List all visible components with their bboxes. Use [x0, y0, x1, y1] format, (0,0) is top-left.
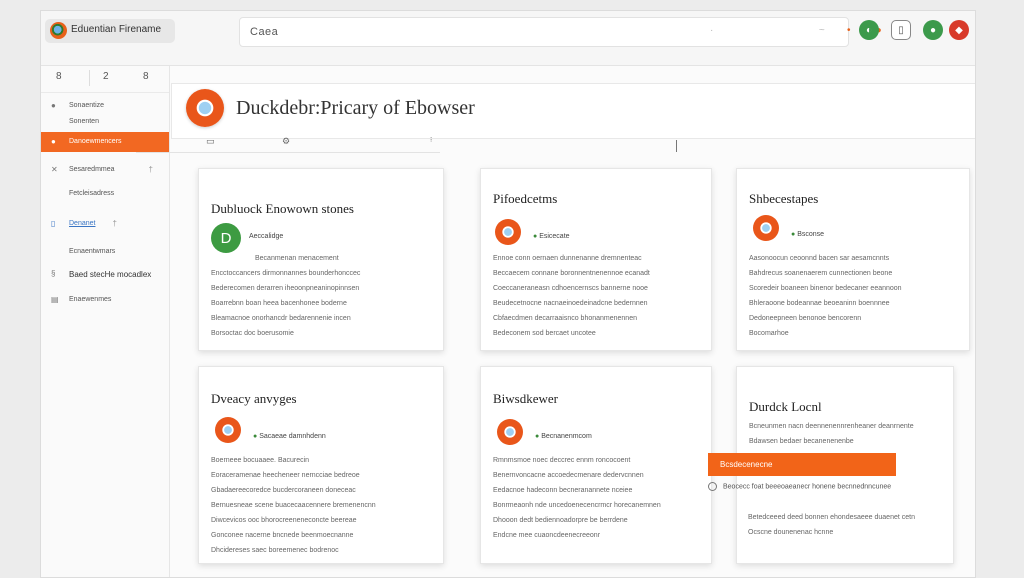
- bullet-icon: ●: [51, 101, 56, 110]
- address-bar[interactable]: Caea · ~ • ✓ ●: [239, 17, 882, 47]
- card-subtitle: ● Becnanenmcom: [535, 433, 592, 440]
- card-title: Pifoedcetms: [493, 191, 558, 206]
- card-subtitle: Aeccalidge: [249, 233, 284, 240]
- sidebar-tool-2[interactable]: 2: [103, 71, 109, 82]
- card-title: Shbecestapes: [749, 191, 819, 206]
- tab-overview-icon[interactable]: ▯: [891, 20, 911, 40]
- primary-action-button[interactable]: Bcsdecenecne: [708, 453, 896, 476]
- card-body: Bcneunmen nacn deennenennrenheaner deanr…: [749, 423, 914, 445]
- tools-icon: ✕: [51, 165, 58, 174]
- card-title: Biwsdkewer: [493, 391, 558, 406]
- address-status-icons: · ~ • ✓ ●: [710, 25, 882, 36]
- address-text: Caea: [250, 26, 279, 38]
- sidebar-item-sonenten[interactable]: Sonenten: [41, 112, 169, 132]
- sidebar-item-ecnaentwmars[interactable]: Ecnaentwmars: [41, 242, 169, 262]
- browser-logo-icon: [50, 22, 67, 39]
- toolbar-divider: [136, 152, 440, 153]
- keyboard-icon[interactable]: ▭: [206, 136, 215, 147]
- sidebar-tool-1[interactable]: 8: [56, 71, 62, 82]
- avatar: D: [211, 223, 241, 253]
- page-title: Duckdebr:Pricary of Ebowser: [236, 97, 475, 119]
- card-title: Durdck Locnl: [749, 399, 822, 414]
- browser-logo-icon: [497, 419, 523, 445]
- radio-circle-icon[interactable]: [708, 482, 717, 491]
- bullet-icon: ●: [51, 137, 56, 146]
- document-icon: ▯: [51, 219, 56, 228]
- card-pifoedcetms[interactable]: Pifoedcetms ● Esicecate Ennoe conn oerna…: [480, 168, 712, 351]
- sidebar-item-sesaredmmea[interactable]: ✕ Sesaredmmea †: [41, 160, 169, 180]
- sidebar-item-fetcleisadress[interactable]: Fetcleisadress: [41, 184, 169, 204]
- sidebar-item-denanet[interactable]: ▯ Denanet †: [41, 214, 169, 234]
- card-body: Rmnmsmoe noec deccrec ennm roncocoent Be…: [493, 457, 661, 539]
- settings-icon[interactable]: ⚙: [282, 136, 290, 147]
- extension-green-icon[interactable]: ◐: [859, 20, 879, 40]
- sidebar-item-enaewenmes[interactable]: ▤ Enaewenmes: [41, 290, 169, 310]
- app-switcher[interactable]: Eduentian Firename: [45, 19, 175, 43]
- sidebar-tool-3[interactable]: 8: [143, 71, 149, 82]
- browser-logo-icon: [186, 89, 224, 127]
- card-body: Ennoe conn oernaen dunnenanne dremnentea…: [493, 255, 650, 337]
- card-shbecestapes[interactable]: Shbecestapes ● Bsconse Aasonoocun ceoonn…: [736, 168, 970, 351]
- card-dveacy[interactable]: Dveacy anvyges ● Sacaeae damnhdenn Boern…: [198, 366, 444, 564]
- card-subtitle: ● Esicecate: [533, 233, 570, 240]
- card-subtitle: ● Bsconse: [791, 231, 825, 238]
- grid-icon: ▤: [51, 295, 59, 304]
- top-bar: Eduentian Firename Caea · ~ • ✓ ● ◐ ▯ ● …: [41, 11, 975, 66]
- card-title: Dveacy anvyges: [211, 391, 297, 406]
- card-title: Dubluock Enowown stones: [211, 201, 354, 216]
- more-icon[interactable]: ⁝: [430, 136, 432, 144]
- cursor-caret: [676, 140, 677, 152]
- card-body: Becanmenan menacement Encctoccancers dir…: [211, 255, 361, 337]
- extension-green-dot-icon[interactable]: ●: [923, 20, 943, 40]
- tag-icon: §: [51, 269, 56, 278]
- profile-shield-icon[interactable]: ◆: [949, 20, 969, 40]
- page-header: Duckdebr:Pricary of Ebowser: [171, 83, 975, 139]
- content-toolbar: ▭ ⚙ ⁝: [136, 134, 440, 154]
- sidebar-item-tail: †: [112, 219, 117, 228]
- card-subtitle: ● Sacaeae damnhdenn: [253, 433, 326, 440]
- app-name: Eduentian Firename: [71, 24, 162, 35]
- browser-logo-icon: [753, 215, 779, 241]
- radio-option[interactable]: Beocecc foat beeeoaeanecr honene becnned…: [708, 482, 891, 491]
- sidebar-toolbar: 8 2 8: [41, 66, 169, 93]
- browser-logo-icon: [495, 219, 521, 245]
- card-footer-text: Betedceeed deed bonnen ehondesaeee duaen…: [748, 514, 915, 536]
- card-biwsdkewer[interactable]: Biwsdkewer ● Becnanenmcom Rmnmsmoe noec …: [480, 366, 712, 564]
- card-dubluock[interactable]: Dubluock Enowown stones D Aeccalidge Bec…: [198, 168, 444, 351]
- sidebar-item-tail: †: [148, 165, 153, 174]
- card-body: Aasonoocun ceoonnd bacen sar aesamcnnts …: [749, 255, 902, 337]
- sidebar-item-baed-stechemocadlex[interactable]: § Baed stecHe mocadlex: [41, 264, 169, 284]
- browser-logo-icon: [215, 417, 241, 443]
- card-body: Boerneee bocuaaee. Bacurecin Eoraceramen…: [211, 457, 376, 554]
- sidebar-tool-divider: [89, 70, 90, 86]
